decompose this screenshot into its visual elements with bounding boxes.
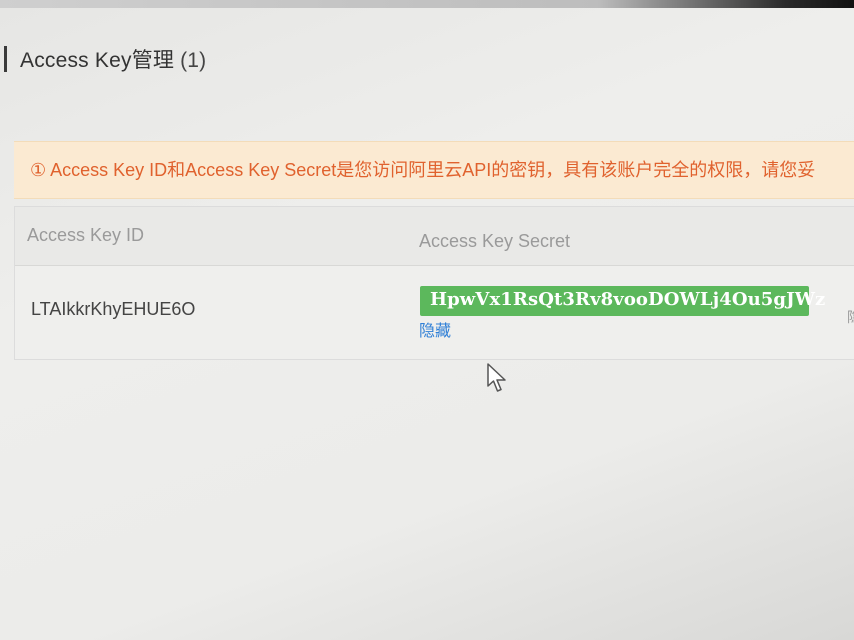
warning-notice: ① Access Key ID和Access Key Secret是您访问阿里云A… xyxy=(14,141,854,199)
cut-off-action-text: 隐 xyxy=(847,307,854,327)
column-header-access-key-secret: Access Key Secret xyxy=(419,231,571,251)
notice-message: ① Access Key ID和Access Key Secret是您访问阿里云A… xyxy=(30,156,815,182)
access-key-table: Access Key ID Access Key Secret LTAIkkrK… xyxy=(14,206,854,360)
column-header-access-key-id: Access Key ID xyxy=(27,225,145,245)
notice-text: Access Key ID和Access Key Secret是您访问阿里云AP… xyxy=(50,160,816,180)
info-circle-icon: ① xyxy=(30,160,47,180)
access-key-secret-value: HpwVx1RsQt3Rv8vooDOWLj4Ou5gJWz xyxy=(430,289,826,310)
page-title: Access Key管理 (1) xyxy=(20,44,206,74)
title-accent-bar xyxy=(4,46,7,72)
access-key-secret-badge: HpwVx1RsQt3Rv8vooDOWLj4Ou5gJWz xyxy=(420,286,825,316)
screen-top-edge xyxy=(0,0,854,8)
table-header: Access Key ID Access Key Secret xyxy=(15,207,854,266)
mouse-cursor-icon xyxy=(487,363,506,392)
key-count: (1) xyxy=(180,49,207,72)
hide-secret-link[interactable]: 隐藏 xyxy=(419,317,451,341)
access-key-id-value: LTAIkkrKhyEHUE6O xyxy=(31,299,196,319)
page-title-text: Access Key管理 xyxy=(20,49,175,72)
